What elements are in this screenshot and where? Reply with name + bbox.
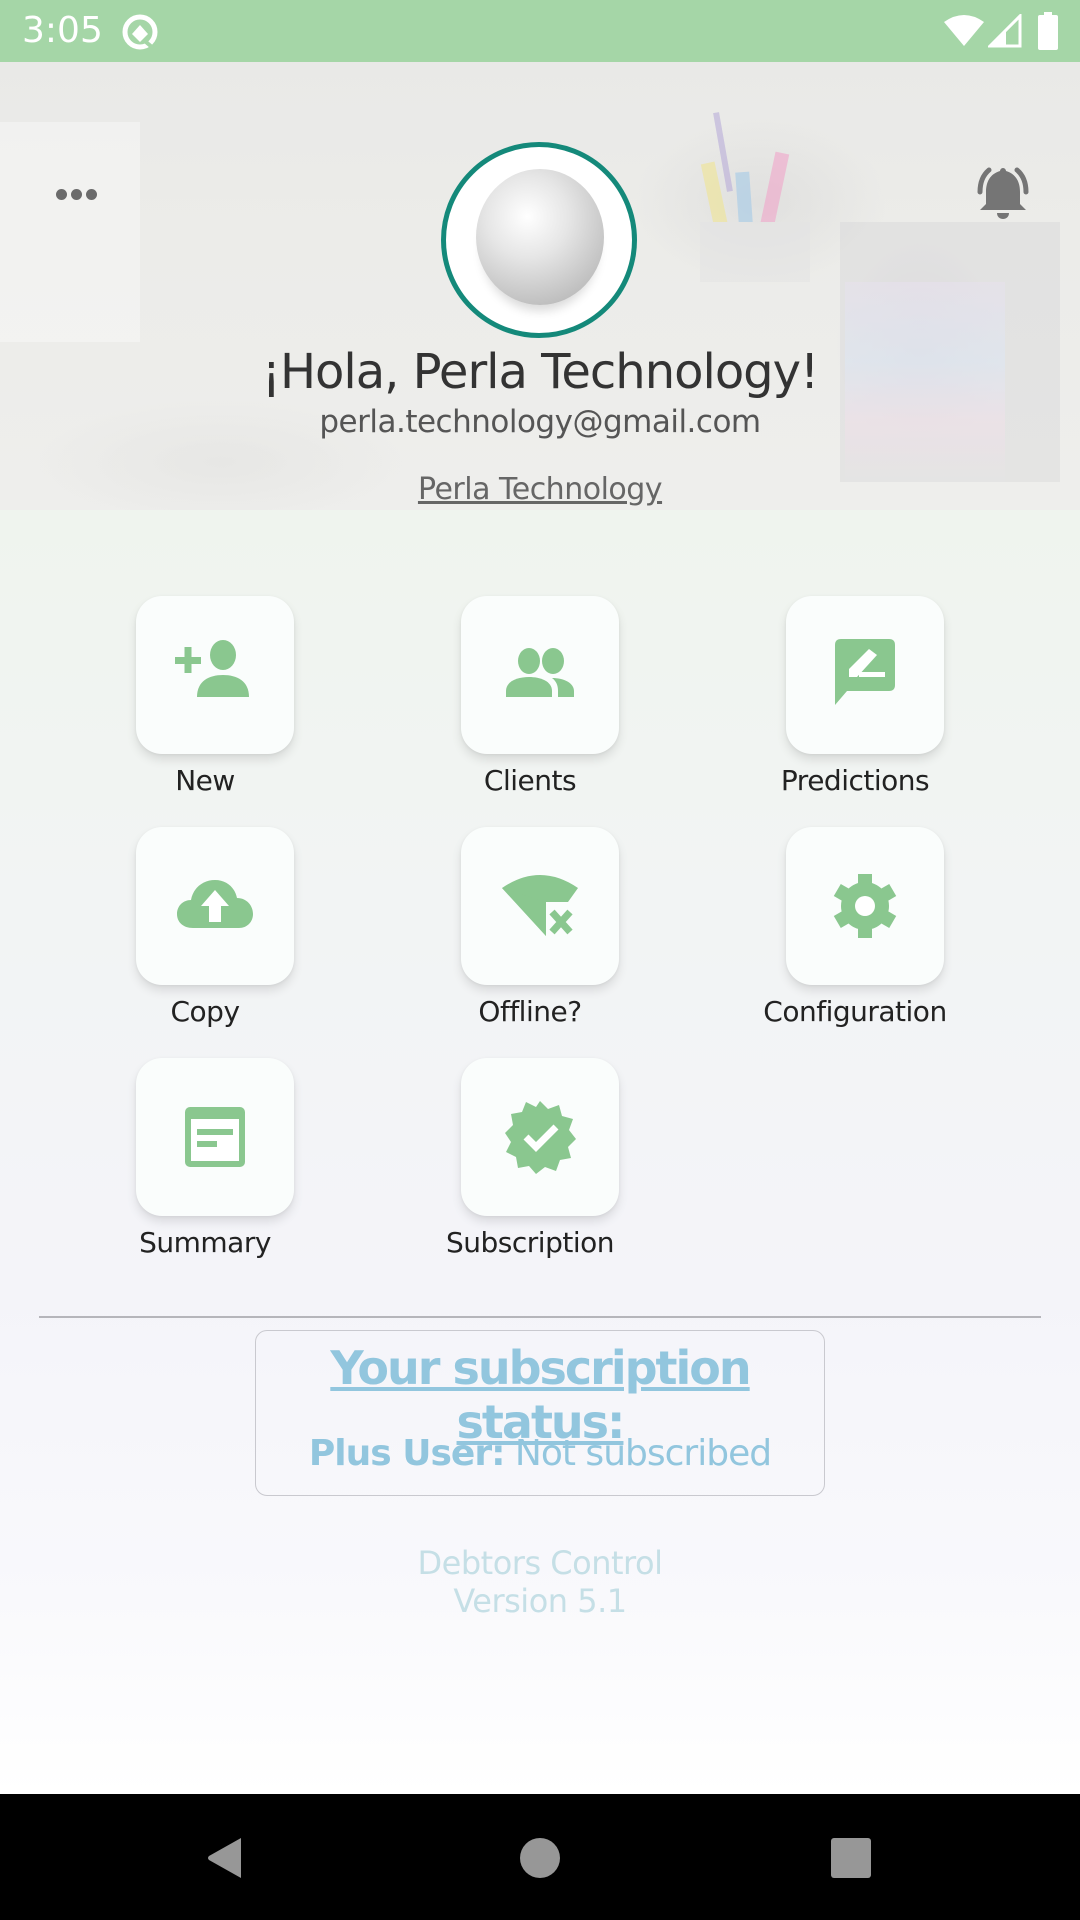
dot <box>56 188 67 200</box>
back-icon[interactable] <box>205 1836 245 1880</box>
summary-document-icon <box>185 1107 245 1167</box>
greeting-title: ¡Hola, Perla Technology! <box>261 344 820 400</box>
plan-label: Plus User: <box>308 1433 506 1474</box>
wifi-off-icon <box>502 875 578 936</box>
cloud-upload-icon <box>177 880 253 928</box>
notification-bell-icon[interactable] <box>972 162 1034 222</box>
menu-item-subscription[interactable]: Subscription <box>405 1058 645 1268</box>
rate-review-icon <box>835 639 895 705</box>
menu-tile[interactable] <box>786 596 944 754</box>
menu-item-label: Offline? <box>478 995 582 1028</box>
menu-item-summary[interactable]: Summary <box>80 1058 320 1268</box>
menu-item-offline[interactable]: Offline? <box>405 827 645 1037</box>
people-icon <box>506 648 574 697</box>
menu-item-label: Summary <box>139 1226 271 1259</box>
menu-tile[interactable] <box>136 827 294 985</box>
menu-item-predictions[interactable]: Predictions <box>730 596 970 806</box>
background-photo-window <box>0 122 140 342</box>
subscription-status-line: Plus User: Not subscribed <box>256 1433 824 1474</box>
company-link[interactable]: Perla Technology <box>0 472 1080 507</box>
menu-item-new[interactable]: New <box>80 596 320 806</box>
subscription-status-card: Your subscription status: Plus User: Not… <box>255 1330 825 1496</box>
menu-item-label: Copy <box>170 995 240 1028</box>
menu-tile[interactable] <box>136 1058 294 1216</box>
section-divider <box>39 1316 1041 1318</box>
cell-signal-icon <box>988 14 1022 48</box>
pearl-avatar-image <box>476 169 604 305</box>
main-menu-area: New Clients Predictions Copy Offline? Co… <box>0 510 1080 1794</box>
status-bar: 3:05 <box>0 0 1080 62</box>
app-name: Debtors Control <box>417 1544 663 1582</box>
menu-item-clients[interactable]: Clients <box>405 596 645 806</box>
menu-item-label: Configuration <box>763 995 947 1028</box>
user-email: perla.technology@gmail.com <box>319 404 761 440</box>
dot <box>71 188 82 200</box>
home-icon[interactable] <box>520 1838 560 1878</box>
menu-tile[interactable] <box>461 827 619 985</box>
avatar[interactable] <box>441 142 637 338</box>
app-version-info: Debtors Control Version 5.1 <box>0 1544 1080 1620</box>
menu-tile[interactable] <box>786 827 944 985</box>
profile-header: ¡Hola, Perla Technology! perla.technolog… <box>0 62 1080 510</box>
wifi-icon <box>944 15 984 46</box>
menu-item-label: Clients <box>483 764 577 797</box>
settings-gear-icon <box>833 874 897 938</box>
menu-item-configuration[interactable]: Configuration <box>730 827 970 1037</box>
menu-tile[interactable] <box>461 596 619 754</box>
menu-item-label: Subscription <box>446 1226 614 1259</box>
more-options-button[interactable] <box>56 182 112 206</box>
menu-tile[interactable] <box>136 596 294 754</box>
status-time: 3:05 <box>22 10 103 51</box>
verified-badge-icon <box>505 1101 576 1174</box>
menu-tile[interactable] <box>461 1058 619 1216</box>
plan-value: Not subscribed <box>514 1433 772 1474</box>
app-version: Version 5.1 <box>453 1582 627 1620</box>
recents-icon[interactable] <box>831 1838 871 1878</box>
menu-item-label: Predictions <box>780 764 930 797</box>
battery-icon <box>1038 12 1058 50</box>
background-photo-pencils <box>700 112 810 282</box>
app-notification-icon <box>122 14 158 50</box>
person-add-icon <box>175 640 249 697</box>
menu-item-label: New <box>175 764 235 797</box>
menu-item-copy[interactable]: Copy <box>80 827 320 1037</box>
dot <box>86 188 97 200</box>
